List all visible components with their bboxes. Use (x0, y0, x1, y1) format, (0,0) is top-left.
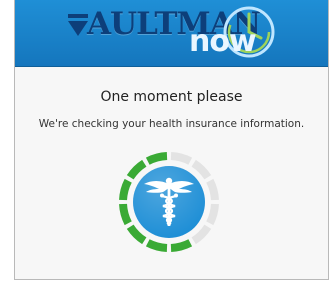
progress-segment (191, 159, 212, 180)
loading-title: One moment please (100, 89, 243, 105)
loading-dialog: AULTMAN now One moment please We're chec… (14, 0, 329, 280)
progress-segment (206, 178, 219, 201)
progress-segment (119, 178, 132, 201)
progress-segment (170, 239, 193, 252)
aultman-now-logo: AULTMAN now (67, 4, 277, 62)
loading-message: We're checking your health insurance inf… (38, 118, 305, 130)
progress-segment (126, 224, 147, 245)
flag-icon (68, 14, 88, 36)
brand-now-text: now (189, 24, 257, 59)
progress-segment (145, 239, 168, 252)
progress-segment (119, 203, 132, 226)
progress-segment (170, 152, 193, 165)
progress-segment (145, 152, 168, 165)
progress-segment (191, 224, 212, 245)
progress-segment (206, 203, 219, 226)
loading-spinner (119, 152, 219, 252)
brand-header: AULTMAN now (15, 0, 328, 67)
progress-segment (126, 159, 147, 180)
